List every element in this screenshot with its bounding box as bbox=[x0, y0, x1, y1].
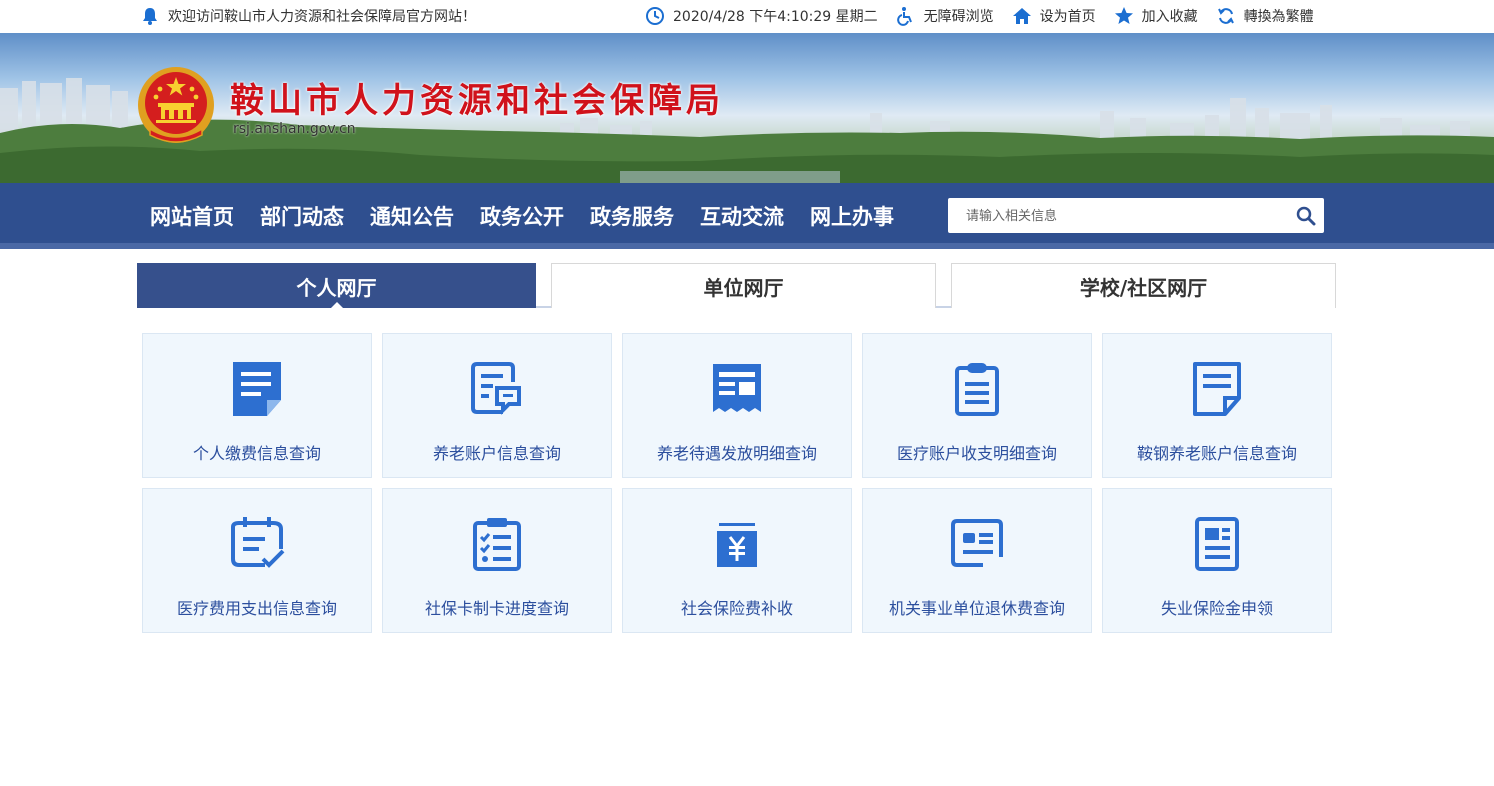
add-favorite-label: 加入收藏 bbox=[1141, 9, 1198, 25]
add-favorite-link[interactable]: 加入收藏 bbox=[1114, 6, 1198, 26]
service-card-medical-account[interactable]: 医疗账户收支明细查询 bbox=[862, 333, 1092, 478]
service-card-label: 机关事业单位退休费查询 bbox=[888, 599, 1065, 618]
receipt-icon bbox=[713, 364, 761, 412]
service-hall-tabs: 个人网厅 单位网厅 学校/社区网厅 bbox=[137, 263, 1336, 309]
service-card-medical-expense[interactable]: 医疗费用支出信息查询 bbox=[142, 488, 372, 633]
wheelchair-icon bbox=[896, 7, 912, 26]
traditional-label: 轉換為繁體 bbox=[1243, 9, 1314, 25]
home-icon bbox=[1012, 8, 1031, 24]
welcome-text: 欢迎访问鞍山市人力资源和社会保障局官方网站！ bbox=[168, 9, 476, 25]
tab-organization[interactable]: 单位网厅 bbox=[551, 263, 936, 308]
site-title: 鞍山市人力资源和社会保障局 bbox=[230, 81, 724, 121]
service-card-label: 医疗费用支出信息查询 bbox=[176, 599, 337, 618]
set-home-link[interactable]: 设为首页 bbox=[1012, 6, 1096, 26]
welcome-message: 欢迎访问鞍山市人力资源和社会保障局官方网站！ bbox=[140, 6, 476, 26]
search-icon[interactable] bbox=[1296, 206, 1316, 226]
datetime: 2020/4/28 下午4:10:29 星期二 bbox=[645, 6, 878, 26]
nav-item-government-affairs[interactable]: 政务公开 bbox=[467, 201, 577, 231]
clock-icon bbox=[646, 7, 664, 25]
calendar-check-icon bbox=[231, 517, 285, 568]
header-banner: 鞍山市人力资源和社会保障局 rsj.anshan.gov.cn bbox=[0, 33, 1494, 183]
service-card-social-security-card[interactable]: 社保卡制卡进度查询 bbox=[382, 488, 612, 633]
note-icon bbox=[1193, 362, 1241, 416]
service-card-personal-payment[interactable]: 个人缴费信息查询 bbox=[142, 333, 372, 478]
service-card-label: 养老账户信息查询 bbox=[432, 444, 561, 463]
yuan-box-icon bbox=[717, 523, 757, 567]
traditional-chinese-link[interactable]: 轉換為繁體 bbox=[1216, 6, 1314, 26]
service-card-pension-account[interactable]: 养老账户信息查询 bbox=[382, 333, 612, 478]
nav-menu: 网站首页 部门动态 通知公告 政务公开 政务服务 互动交流 网上办事 bbox=[137, 201, 907, 231]
tab-personal[interactable]: 个人网厅 bbox=[137, 263, 536, 309]
top-bar: 欢迎访问鞍山市人力资源和社会保障局官方网站！ 2020/4/28 下午4:10:… bbox=[0, 0, 1494, 33]
set-home-label: 设为首页 bbox=[1039, 9, 1096, 25]
nav-item-government-services[interactable]: 政务服务 bbox=[577, 201, 687, 231]
nav-item-online-services[interactable]: 网上办事 bbox=[797, 201, 907, 231]
service-card-angang-pension[interactable]: 鞍钢养老账户信息查询 bbox=[1102, 333, 1332, 478]
service-card-label: 社会保险费补收 bbox=[680, 599, 793, 618]
clipboard-icon bbox=[955, 363, 999, 416]
search-input[interactable] bbox=[966, 206, 1286, 226]
form-icon bbox=[1195, 517, 1239, 571]
tab-school-community-label: 学校/社区网厅 bbox=[1079, 275, 1208, 300]
service-card-retirement-fee[interactable]: 机关事业单位退休费查询 bbox=[862, 488, 1092, 633]
bell-icon bbox=[143, 8, 157, 25]
nav-item-interaction[interactable]: 互动交流 bbox=[687, 201, 797, 231]
document-chat-icon bbox=[471, 362, 521, 415]
id-card-icon bbox=[951, 519, 1003, 567]
datetime-text: 2020/4/28 下午4:10:29 星期二 bbox=[673, 9, 878, 25]
nav-item-home[interactable]: 网站首页 bbox=[137, 201, 247, 231]
top-bar-links: 2020/4/28 下午4:10:29 星期二 无障碍浏览 设为首页 加入收藏 bbox=[645, 6, 1332, 26]
refresh-icon bbox=[1217, 8, 1234, 24]
star-icon bbox=[1114, 7, 1133, 24]
service-card-label: 医疗账户收支明细查询 bbox=[896, 444, 1057, 463]
tab-personal-label: 个人网厅 bbox=[296, 275, 377, 300]
service-card-unemployment-benefit[interactable]: 失业保险金申领 bbox=[1102, 488, 1332, 633]
nav-item-notices[interactable]: 通知公告 bbox=[357, 201, 467, 231]
tab-school-community[interactable]: 学校/社区网厅 bbox=[951, 263, 1336, 308]
document-icon bbox=[233, 362, 281, 416]
nav-item-department-news[interactable]: 部门动态 bbox=[247, 201, 357, 231]
cityscape-background bbox=[0, 78, 1494, 183]
service-card-label: 养老待遇发放明细查询 bbox=[656, 444, 817, 463]
accessibility-link[interactable]: 无障碍浏览 bbox=[896, 6, 994, 26]
service-card-pension-payout[interactable]: 养老待遇发放明细查询 bbox=[622, 333, 852, 478]
service-card-label: 个人缴费信息查询 bbox=[192, 444, 321, 463]
site-domain: rsj.anshan.gov.cn bbox=[233, 121, 356, 137]
tab-organization-label: 单位网厅 bbox=[703, 275, 784, 300]
checklist-icon bbox=[473, 518, 521, 571]
service-card-label: 鞍钢养老账户信息查询 bbox=[1136, 444, 1297, 463]
accessibility-label: 无障碍浏览 bbox=[923, 9, 994, 25]
national-emblem-logo bbox=[138, 67, 214, 143]
service-card-label: 社保卡制卡进度查询 bbox=[424, 599, 569, 618]
service-card-label: 失业保险金申领 bbox=[1160, 599, 1273, 618]
service-card-insurance-supplement[interactable]: 社会保险费补收 bbox=[622, 488, 852, 633]
search-box bbox=[948, 198, 1324, 233]
